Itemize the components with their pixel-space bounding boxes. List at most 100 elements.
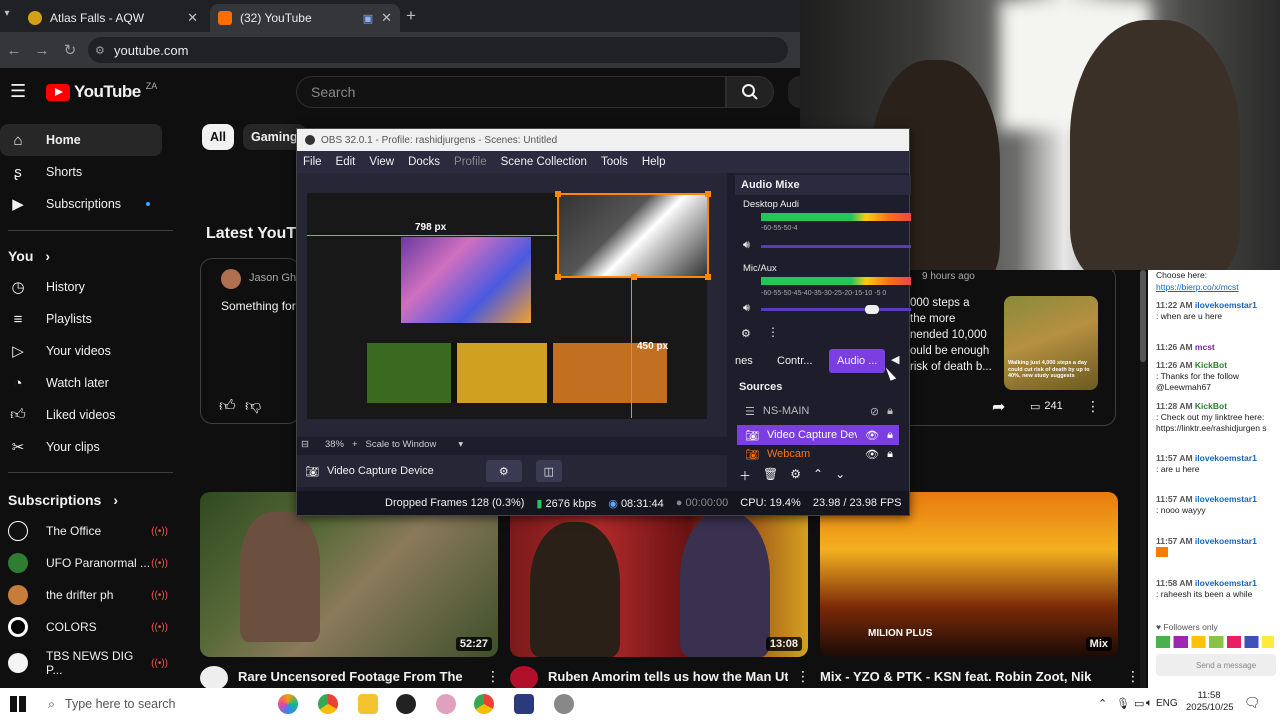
chat-username[interactable]: ilovekoemstar1 bbox=[1195, 494, 1257, 504]
channel-avatar[interactable] bbox=[510, 666, 538, 690]
chat-username[interactable]: KickBot bbox=[1195, 360, 1227, 370]
dock-tab-left-arrow-icon[interactable]: ◀ bbox=[891, 353, 899, 366]
comments-button[interactable]: ▭ 241 bbox=[1030, 400, 1063, 413]
chat-username[interactable]: ilovekoemstar1 bbox=[1195, 536, 1257, 546]
close-tab-icon[interactable]: ✕ bbox=[187, 10, 198, 26]
menu-view[interactable]: View bbox=[369, 156, 394, 168]
chat-username[interactable]: ilovekoemstar1 bbox=[1195, 578, 1257, 588]
sidebar-channel[interactable]: The Office ((•)) bbox=[8, 521, 168, 541]
network-icon[interactable]: ▭ bbox=[1134, 697, 1144, 710]
menu-docks[interactable]: Docks bbox=[408, 156, 440, 168]
video-title[interactable]: Ruben Amorim tells us how the Man Utd bbox=[548, 669, 788, 684]
add-source-icon[interactable]: ＋ bbox=[739, 467, 751, 484]
filters-button[interactable]: ◫ bbox=[535, 460, 562, 482]
resize-handle[interactable] bbox=[631, 274, 637, 280]
share-icon[interactable]: ➦ bbox=[992, 397, 1005, 417]
clock[interactable]: 11:58 2025/10/25 bbox=[1186, 690, 1234, 714]
new-tab-button[interactable]: + bbox=[406, 6, 416, 26]
video-thumbnail[interactable]: 13:08 bbox=[510, 492, 808, 657]
video-thumbnail[interactable]: MILION PLUS Mix bbox=[820, 492, 1118, 657]
sidebar-item-history[interactable]: ◷ History bbox=[0, 271, 162, 303]
post-author[interactable]: Jason Gho bbox=[249, 272, 302, 284]
chat-username[interactable]: KickBot bbox=[1195, 401, 1227, 411]
like-icon[interactable]: 👍︎ bbox=[219, 397, 236, 416]
volume-slider[interactable] bbox=[761, 245, 911, 248]
channel-avatar[interactable] bbox=[200, 666, 228, 690]
sidebar-item-shorts[interactable]: ʂ Shorts bbox=[0, 156, 162, 188]
sidebar-channel[interactable]: the drifter ph ((•)) bbox=[8, 585, 168, 605]
game-icon[interactable] bbox=[514, 694, 534, 714]
sidebar-item-your-videos[interactable]: ▷ Your videos bbox=[0, 335, 162, 367]
selected-source-box[interactable] bbox=[555, 191, 711, 280]
dock-tab-controls[interactable]: Contr... bbox=[769, 349, 820, 373]
copilot-icon[interactable] bbox=[278, 694, 298, 714]
app-icon[interactable] bbox=[554, 694, 574, 714]
visibility-icon[interactable]: 👁︎ bbox=[865, 448, 879, 461]
sidebar-channel[interactable]: TBS NEWS DIG P... ((•)) bbox=[8, 649, 168, 677]
properties-button[interactable]: ⚙ bbox=[485, 460, 522, 482]
browser-tab-active[interactable]: (32) YouTube ▣ ✕ bbox=[210, 4, 400, 32]
resize-handle[interactable] bbox=[555, 191, 561, 197]
community-post-card[interactable]: Jason Gho Something for t 👍︎ 👎︎ bbox=[200, 258, 302, 424]
file-explorer-icon[interactable] bbox=[358, 694, 378, 714]
mixer-settings-icon[interactable]: ⚙ bbox=[741, 327, 751, 340]
menu-tools[interactable]: Tools bbox=[601, 156, 628, 168]
lock-icon[interactable]: 🔒︎ bbox=[887, 405, 893, 418]
chat-username[interactable]: ilovekoemstar1 bbox=[1195, 300, 1257, 310]
chevron-down-icon[interactable]: ▾ bbox=[458, 439, 463, 450]
sidebar-channel[interactable]: UFO Paranormal ... ((•)) bbox=[8, 553, 168, 573]
post-image[interactable]: Walking just 4,000 steps a day could cut… bbox=[1004, 296, 1098, 390]
lock-icon[interactable]: 🔒︎ bbox=[887, 448, 893, 461]
visibility-icon[interactable]: 👁︎ bbox=[865, 429, 879, 442]
move-down-icon[interactable]: ⌄ bbox=[835, 467, 845, 484]
resize-handle[interactable] bbox=[705, 191, 711, 197]
windows-start-icon[interactable] bbox=[10, 696, 26, 712]
post-menu-icon[interactable]: ⋮ bbox=[1086, 398, 1100, 415]
volume-icon[interactable]: 🔊︎ bbox=[743, 239, 750, 252]
source-item[interactable]: ☰ NS-MAIN ⊘ 🔒︎ bbox=[737, 401, 899, 421]
menu-edit[interactable]: Edit bbox=[336, 156, 356, 168]
sidebar-item-your-clips[interactable]: ✂ Your clips bbox=[0, 431, 162, 463]
chrome-icon[interactable] bbox=[318, 694, 338, 714]
zoom-out-icon[interactable]: ⊟ bbox=[301, 439, 309, 450]
forward-icon[interactable]: → bbox=[28, 42, 56, 59]
cast-icon[interactable]: ▣ bbox=[363, 12, 373, 25]
volume-slider[interactable] bbox=[761, 305, 911, 314]
close-tab-icon[interactable]: ✕ bbox=[381, 10, 392, 26]
menu-scene-collection[interactable]: Scene Collection bbox=[501, 156, 587, 168]
chat-username[interactable]: ilovekoemstar1 bbox=[1195, 453, 1257, 463]
youtube-logo[interactable]: YouTube ZA bbox=[46, 81, 157, 102]
volume-icon[interactable]: 🔊︎ bbox=[743, 302, 750, 315]
video-thumbnail[interactable]: 52:27 bbox=[200, 492, 498, 657]
obs-icon[interactable] bbox=[396, 694, 416, 714]
chrome-profile-icon[interactable] bbox=[474, 694, 494, 714]
notifications-icon[interactable]: 🗨︎ bbox=[1244, 695, 1261, 711]
voice-search-button[interactable] bbox=[788, 76, 800, 108]
sidebar-subscriptions-header[interactable]: Subscriptions › bbox=[8, 492, 118, 508]
emote-row[interactable] bbox=[1156, 636, 1274, 648]
tray-chevron-icon[interactable]: ⌃ bbox=[1098, 697, 1107, 710]
sidebar-item-playlists[interactable]: ≡ Playlists bbox=[0, 303, 162, 335]
chat-link[interactable]: https://bierp.co/x/mcst bbox=[1156, 282, 1274, 293]
sidebar-channel[interactable]: COLORS ((•)) bbox=[8, 617, 168, 637]
dock-tab-audio[interactable]: Audio ... bbox=[829, 349, 886, 373]
menu-profile[interactable]: Profile bbox=[454, 156, 487, 168]
resize-handle[interactable] bbox=[705, 274, 711, 280]
menu-file[interactable]: File bbox=[303, 156, 322, 168]
resize-handle[interactable] bbox=[555, 274, 561, 280]
video-menu-icon[interactable]: ⋮ bbox=[1126, 668, 1140, 685]
sidebar-item-home[interactable]: ⌂ Home bbox=[0, 124, 162, 156]
dock-tab-scenes[interactable]: nes bbox=[727, 349, 761, 373]
lock-icon[interactable]: 🔒︎ bbox=[887, 429, 893, 442]
sidebar-item-liked-videos[interactable]: 👍︎ Liked videos bbox=[0, 399, 162, 431]
chip-all[interactable]: All bbox=[202, 124, 234, 150]
chat-username[interactable]: mcst bbox=[1195, 342, 1215, 352]
remove-source-icon[interactable]: 🗑︎ bbox=[763, 467, 778, 484]
language-indicator[interactable]: ENG bbox=[1156, 698, 1178, 709]
app-icon[interactable] bbox=[436, 694, 456, 714]
slider-handle[interactable] bbox=[865, 305, 879, 314]
reload-icon[interactable]: ↻ bbox=[56, 41, 84, 59]
sidebar-item-watch-later[interactable]: ◔ Watch later bbox=[0, 367, 162, 399]
taskbar-search[interactable]: ⌕ Type here to search bbox=[40, 690, 270, 718]
video-menu-icon[interactable]: ⋮ bbox=[486, 668, 500, 685]
